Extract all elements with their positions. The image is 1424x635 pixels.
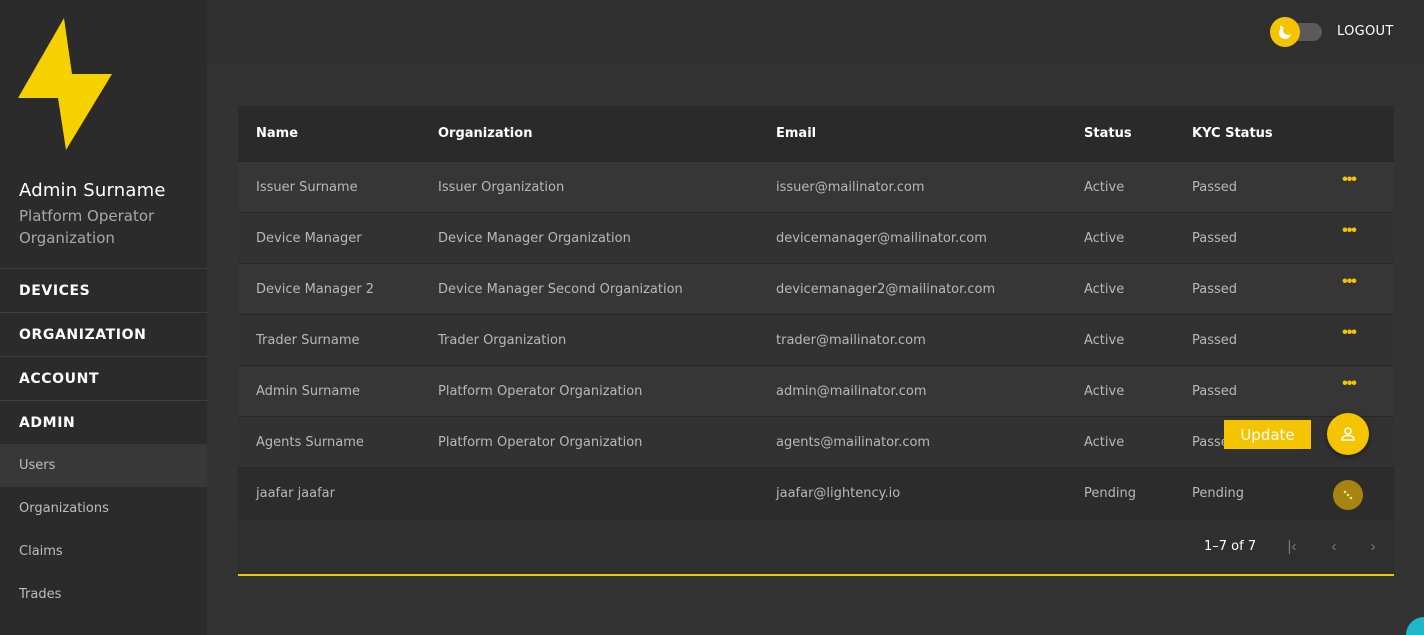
user-action-button[interactable]: [1327, 413, 1369, 455]
column-header-name[interactable]: Name: [256, 126, 298, 141]
cell-email: devicemanager@mailinator.com: [776, 231, 987, 246]
cell-name: jaafar jaafar: [256, 486, 335, 501]
user-icon: [1341, 427, 1355, 441]
more-options-icon[interactable]: •••: [1338, 223, 1360, 245]
cell-organization: Platform Operator Organization: [438, 435, 643, 450]
cell-email: jaafar@lightency.io: [776, 486, 901, 501]
table-header: Name Organization Email Status KYC Statu…: [238, 106, 1394, 161]
cell-status: Pending: [1084, 486, 1136, 501]
table-pagination: 1–7 of 7 |‹ ‹ ›: [238, 519, 1394, 574]
cell-email: agents@mailinator.com: [776, 435, 931, 450]
cell-name: Admin Surname: [256, 384, 361, 399]
cell-status: Active: [1084, 333, 1125, 348]
update-button[interactable]: Update: [1224, 420, 1311, 449]
column-header-email[interactable]: Email: [776, 126, 816, 141]
cell-organization: Platform Operator Organization: [438, 384, 643, 399]
more-options-icon[interactable]: •••: [1338, 172, 1360, 194]
cell-name: Device Manager: [256, 231, 362, 246]
top-bar: LOGOUT: [207, 0, 1424, 64]
table-row[interactable]: jaafar jaafar jaafar@lightency.io Pendin…: [238, 467, 1394, 519]
cell-kyc-status: Passed: [1192, 384, 1238, 399]
user-name: Admin Surname: [19, 180, 166, 201]
cell-status: Active: [1084, 384, 1125, 399]
chevron-right-icon[interactable]: ›: [1361, 535, 1385, 559]
cell-organization: Trader Organization: [438, 333, 567, 348]
sidebar-subitem-claims[interactable]: Claims: [0, 530, 207, 573]
pagination-range: 1–7 of 7: [1204, 539, 1257, 554]
cell-email: devicemanager2@mailinator.com: [776, 282, 996, 297]
cell-name: Trader Surname: [256, 333, 360, 348]
cell-kyc-status: Passed: [1192, 180, 1238, 195]
cell-kyc-status: Passed: [1192, 282, 1238, 297]
cell-organization: Issuer Organization: [438, 180, 565, 195]
table-row[interactable]: Issuer Surname Issuer Organization issue…: [238, 161, 1394, 212]
sidebar-item-admin[interactable]: ADMIN: [0, 400, 207, 444]
column-header-kyc-status[interactable]: KYC Status: [1192, 126, 1273, 141]
sidebar-subitem-organizations[interactable]: Organizations: [0, 487, 207, 530]
cell-kyc-status: Passed: [1192, 333, 1238, 348]
cell-status: Active: [1084, 435, 1125, 450]
column-header-status[interactable]: Status: [1084, 126, 1132, 141]
more-options-icon[interactable]: •••: [1338, 376, 1360, 398]
more-options-icon[interactable]: •••: [1338, 325, 1360, 347]
table-row[interactable]: Trader Surname Trader Organization trade…: [238, 314, 1394, 365]
table-row[interactable]: Admin Surname Platform Operator Organiza…: [238, 365, 1394, 416]
cell-status: Active: [1084, 180, 1125, 195]
cell-email: issuer@mailinator.com: [776, 180, 925, 195]
cell-status: Active: [1084, 231, 1125, 246]
table-row[interactable]: Agents Surname Platform Operator Organiz…: [238, 416, 1394, 467]
sidebar-subitem-trades[interactable]: Trades: [0, 573, 207, 616]
sidebar-item-account[interactable]: ACCOUNT: [0, 356, 207, 400]
moon-sun-icon: [1270, 17, 1300, 47]
sidebar-item-organization[interactable]: ORGANIZATION: [0, 312, 207, 356]
cell-name: Agents Surname: [256, 435, 364, 450]
more-options-icon[interactable]: •••: [1338, 274, 1360, 296]
table-row[interactable]: Device Manager 2 Device Manager Second O…: [238, 263, 1394, 314]
column-header-organization[interactable]: Organization: [438, 126, 532, 141]
cell-email: trader@mailinator.com: [776, 333, 926, 348]
sidebar-item-devices[interactable]: DEVICES: [0, 268, 207, 312]
user-organization: Platform Operator Organization: [19, 207, 155, 247]
cell-kyc-status: Pending: [1192, 486, 1244, 501]
chat-button[interactable]: [1406, 617, 1424, 635]
first-page-icon[interactable]: |‹: [1280, 535, 1304, 559]
users-table: Name Organization Email Status KYC Statu…: [238, 106, 1394, 576]
cell-kyc-status: Passed: [1192, 231, 1238, 246]
cell-name: Device Manager 2: [256, 282, 374, 297]
logout-button[interactable]: LOGOUT: [1337, 24, 1394, 39]
sidebar-nav: DEVICES ORGANIZATION ACCOUNT ADMIN Users…: [0, 268, 207, 616]
theme-toggle[interactable]: [1270, 17, 1322, 47]
cell-name: Issuer Surname: [256, 180, 358, 195]
cell-organization: Device Manager Second Organization: [438, 282, 683, 297]
pending-loader-icon[interactable]: [1333, 480, 1363, 510]
chevron-left-icon[interactable]: ‹: [1322, 535, 1346, 559]
cell-email: admin@mailinator.com: [776, 384, 927, 399]
sidebar-subitem-users[interactable]: Users: [0, 444, 207, 487]
sidebar: Admin Surname Platform Operator Organiza…: [0, 0, 207, 635]
lightning-bolt-icon[interactable]: [18, 18, 114, 150]
table-row[interactable]: Device Manager Device Manager Organizati…: [238, 212, 1394, 263]
cell-status: Active: [1084, 282, 1125, 297]
cell-organization: Device Manager Organization: [438, 231, 631, 246]
